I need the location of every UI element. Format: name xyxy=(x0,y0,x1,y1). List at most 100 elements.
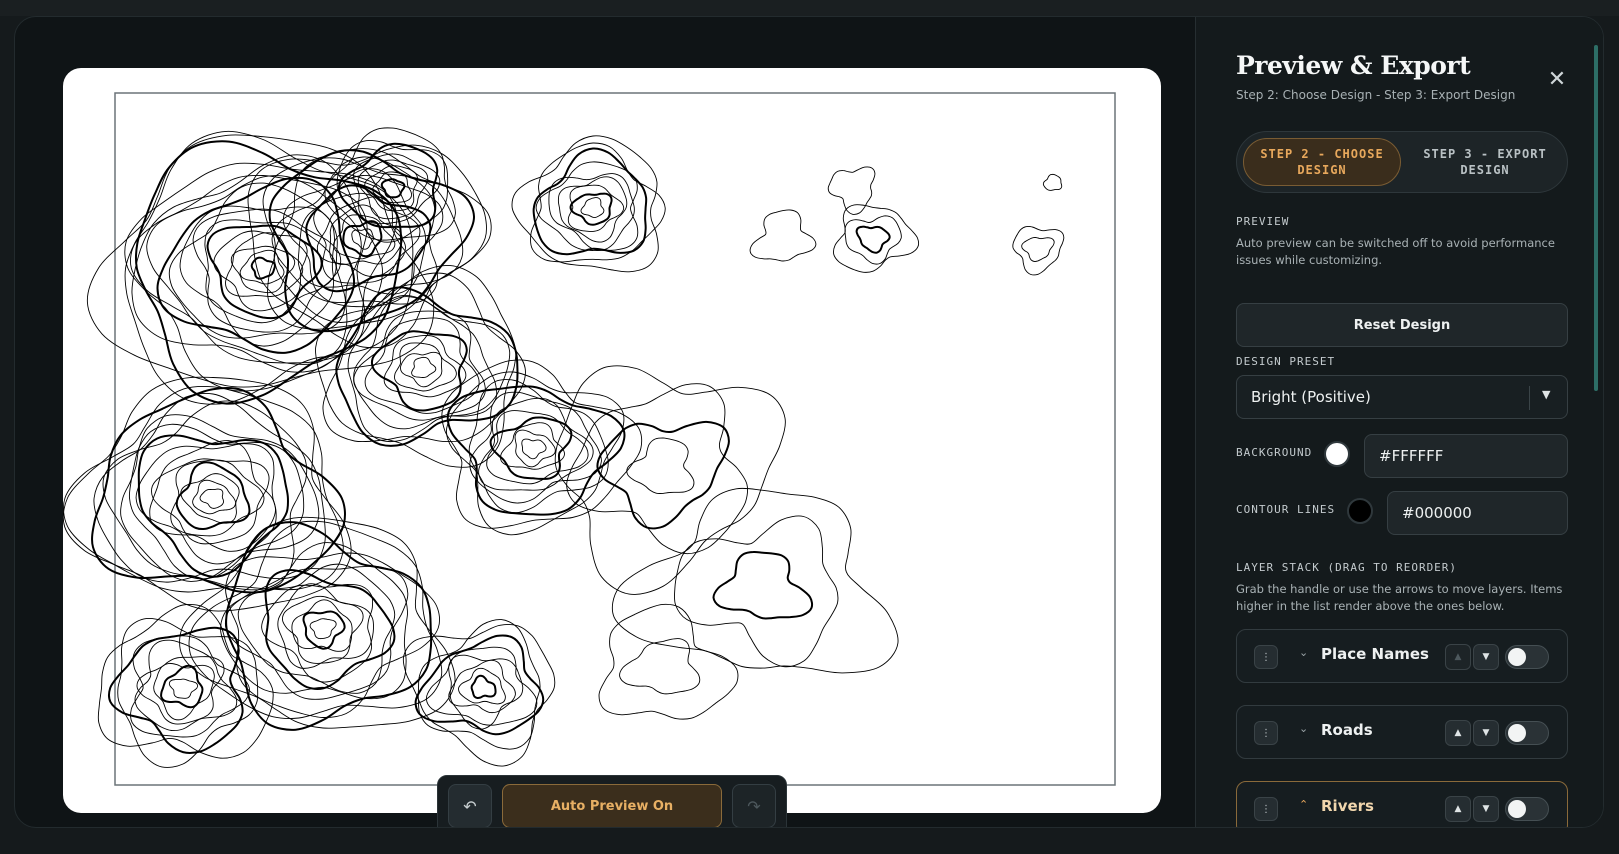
layer-roads[interactable]: ⋮ ⌄ Roads ▲ ▼ xyxy=(1236,705,1568,759)
move-down-button[interactable]: ▼ xyxy=(1473,644,1499,670)
contour-line xyxy=(425,646,538,726)
contour-line xyxy=(261,584,374,683)
contour-line xyxy=(394,342,457,392)
contour-line xyxy=(530,142,666,263)
modal-title: Preview & Export xyxy=(1236,51,1471,80)
chevron-down-icon: ▼ xyxy=(1542,388,1551,401)
contour-line xyxy=(225,521,433,731)
step-tabs: STEP 2 - CHOOSE DESIGN STEP 3 - EXPORT D… xyxy=(1236,131,1568,193)
background-color-label: BACKGROUND xyxy=(1236,446,1313,459)
contour-line xyxy=(470,674,497,700)
preview-heading: PREVIEW xyxy=(1236,215,1290,228)
drag-handle-icon[interactable]: ⋮ xyxy=(1254,797,1278,821)
chevron-up-icon[interactable]: ⌃ xyxy=(1299,798,1308,811)
chevron-down-icon[interactable]: ⌄ xyxy=(1299,722,1308,735)
contour-line xyxy=(580,197,605,218)
move-up-button[interactable]: ▲ xyxy=(1445,720,1471,746)
preview-toolbar: ↶ Auto Preview On ↷ xyxy=(437,775,787,827)
contour-line xyxy=(291,599,353,652)
contour-line xyxy=(458,667,506,705)
backdrop xyxy=(0,0,1619,16)
contour-line xyxy=(486,410,589,485)
contour-line xyxy=(1021,236,1055,262)
design-preset-select[interactable]: Bright (Positive) ▼ xyxy=(1236,375,1568,419)
settings-panel: Preview & Export Step 2: Choose Design -… xyxy=(1195,17,1603,827)
design-preset-heading: DESIGN PRESET xyxy=(1236,355,1336,368)
contour-line xyxy=(402,624,556,767)
contour-color-swatch[interactable] xyxy=(1347,498,1373,524)
design-preset-value: Bright (Positive) xyxy=(1251,388,1371,406)
contour-line xyxy=(302,610,346,650)
close-button[interactable]: ✕ xyxy=(1544,67,1570,93)
reset-design-button[interactable]: Reset Design xyxy=(1236,303,1568,347)
layer-stack-heading: LAYER STACK (DRAG TO REORDER) xyxy=(1236,561,1458,574)
map-preview xyxy=(63,68,1161,813)
background-color-input[interactable]: #FFFFFF xyxy=(1364,434,1568,478)
contour-line xyxy=(108,626,244,754)
contour-line xyxy=(598,603,739,720)
contour-line xyxy=(206,224,323,320)
layer-rivers[interactable]: ⋮ ⌃ Rivers ▲ ▼ xyxy=(1236,781,1568,827)
toggle-knob xyxy=(1508,648,1526,666)
contour-line xyxy=(137,434,290,578)
contour-line xyxy=(521,438,547,460)
panel-scrollbar[interactable] xyxy=(1594,45,1598,391)
layer-name: Roads xyxy=(1321,721,1373,739)
redo-button[interactable]: ↷ xyxy=(732,784,776,827)
redo-icon: ↷ xyxy=(747,796,761,816)
move-down-button[interactable]: ▼ xyxy=(1473,720,1499,746)
contour-line xyxy=(120,414,320,582)
contour-line xyxy=(151,458,270,545)
preview-export-modal: ↶ Auto Preview On ↷ Preview & Export Ste… xyxy=(14,16,1604,828)
close-icon: ✕ xyxy=(1547,67,1567,92)
chevron-down-icon[interactable]: ⌄ xyxy=(1299,646,1308,659)
layer-place-names[interactable]: ⋮ ⌄ Place Names ▲ ▼ xyxy=(1236,629,1568,683)
move-up-button[interactable]: ▲ xyxy=(1445,796,1471,822)
contour-line xyxy=(153,662,215,721)
contour-line xyxy=(514,429,556,468)
contour-color-label: CONTOUR LINES xyxy=(1236,503,1336,516)
contour-line xyxy=(1042,173,1063,191)
background-color-swatch[interactable] xyxy=(1324,441,1350,467)
contour-line xyxy=(309,618,337,640)
contour-line xyxy=(411,356,437,378)
contour-line xyxy=(855,225,891,254)
contour-line xyxy=(124,162,398,392)
layer-stack-help-text: Grab the handle or use the arrows to mov… xyxy=(1236,582,1563,613)
drag-handle-icon[interactable]: ⋮ xyxy=(1254,645,1278,669)
contour-line xyxy=(489,416,573,480)
contour-line xyxy=(712,550,814,620)
contour-color-input[interactable]: #000000 xyxy=(1387,491,1568,535)
layer-visibility-toggle[interactable] xyxy=(1505,797,1549,821)
move-up-button[interactable]: ▲ xyxy=(1445,644,1471,670)
tab-choose-design[interactable]: STEP 2 - CHOOSE DESIGN xyxy=(1243,138,1401,186)
layer-name: Rivers xyxy=(1321,797,1374,815)
layer-visibility-toggle[interactable] xyxy=(1505,645,1549,669)
drag-handle-icon[interactable]: ⋮ xyxy=(1254,721,1278,745)
contour-line xyxy=(1012,226,1065,276)
contour-line xyxy=(124,130,414,405)
toggle-knob xyxy=(1508,724,1526,742)
tab-export-design[interactable]: STEP 3 - EXPORT DESIGN xyxy=(1407,138,1563,186)
move-down-button[interactable]: ▼ xyxy=(1473,796,1499,822)
contour-line xyxy=(626,437,695,494)
contour-line xyxy=(827,166,876,215)
undo-button[interactable]: ↶ xyxy=(448,784,492,827)
toggle-knob xyxy=(1508,800,1526,818)
contour-line xyxy=(353,296,498,430)
contour-line xyxy=(468,379,609,514)
contour-line xyxy=(441,359,643,529)
contour-line xyxy=(93,392,326,583)
contour-line xyxy=(149,440,276,552)
preview-help-text: Auto preview can be switched off to avoi… xyxy=(1236,236,1555,267)
contour-line xyxy=(833,204,920,273)
undo-icon: ↶ xyxy=(463,796,477,816)
select-divider xyxy=(1529,386,1530,410)
modal-subtitle: Step 2: Choose Design - Step 3: Export D… xyxy=(1236,88,1516,102)
auto-preview-toggle[interactable]: Auto Preview On xyxy=(502,784,722,827)
layer-visibility-toggle[interactable] xyxy=(1505,721,1549,745)
contour-line xyxy=(97,604,274,759)
contour-line xyxy=(749,209,817,262)
contour-line xyxy=(199,488,224,509)
contour-line xyxy=(213,230,308,312)
